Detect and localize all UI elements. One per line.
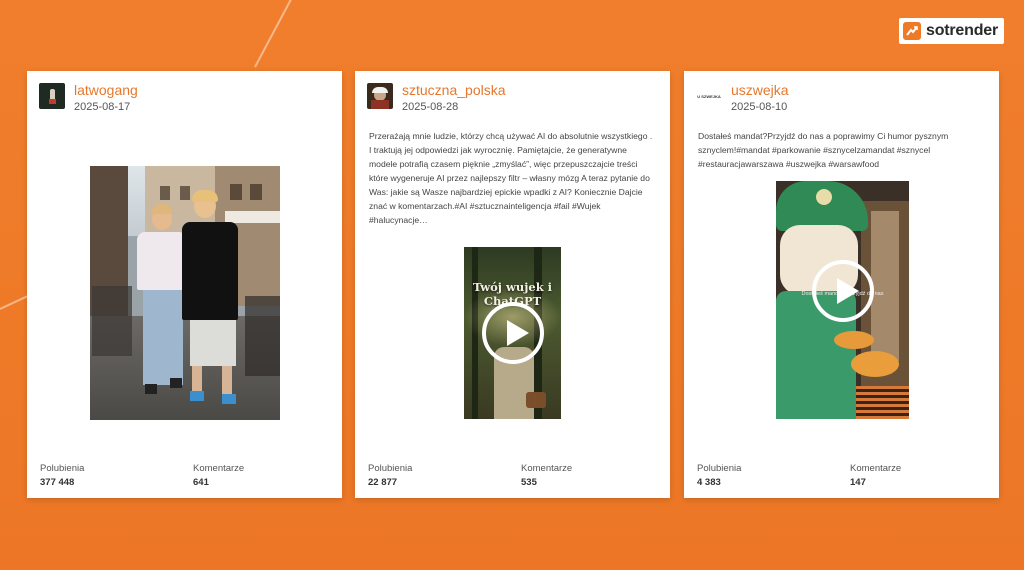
likes-label: Polubienia bbox=[697, 463, 742, 474]
comments-stat: Komentarze 147 bbox=[850, 463, 1003, 488]
post-date: 2025-08-28 bbox=[402, 101, 459, 113]
post-date: 2025-08-10 bbox=[731, 101, 788, 113]
background-streak bbox=[254, 0, 294, 68]
comments-stat: Komentarze 641 bbox=[193, 463, 346, 488]
avatar[interactable] bbox=[367, 83, 393, 109]
post-photo[interactable] bbox=[90, 166, 280, 420]
brand-name: sotrender bbox=[926, 22, 998, 39]
likes-count: 377 448 bbox=[40, 477, 75, 488]
post-card[interactable]: U SZWEJKA uszwejka 2025-08-10 Dostałeś m… bbox=[684, 71, 999, 498]
play-button-icon[interactable] bbox=[481, 302, 544, 364]
comments-label: Komentarze bbox=[850, 463, 902, 474]
comments-label: Komentarze bbox=[193, 463, 245, 474]
post-video[interactable]: Twój wujek i ChatGPT bbox=[464, 247, 561, 419]
post-date: 2025-08-17 bbox=[74, 101, 131, 113]
avatar[interactable] bbox=[39, 83, 65, 109]
comments-stat: Komentarze 535 bbox=[521, 463, 674, 488]
post-header: latwogang 2025-08-17 bbox=[39, 83, 138, 113]
likes-stat: Polubienia 22 877 bbox=[368, 463, 521, 488]
avatar-text: U SZWEJKA bbox=[697, 93, 721, 99]
username[interactable]: sztuczna_polska bbox=[402, 83, 506, 98]
background-streak bbox=[0, 295, 28, 310]
post-stats: Polubienia 377 448 Komentarze 641 bbox=[40, 463, 346, 488]
post-card[interactable]: sztuczna_polska 2025-08-28 Przerażają mn… bbox=[355, 71, 670, 498]
post-card[interactable]: latwogang 2025-08-17 Polubienia 377 448 … bbox=[27, 71, 342, 498]
likes-label: Polubienia bbox=[368, 463, 413, 474]
post-video[interactable]: Dostałeś mandat? Przyjdź do nas bbox=[776, 181, 909, 419]
username[interactable]: uszwejka bbox=[731, 83, 789, 98]
trend-arrow-icon bbox=[903, 22, 921, 40]
comments-label: Komentarze bbox=[521, 463, 573, 474]
post-caption: Przerażają mnie ludzie, którzy chcą używ… bbox=[369, 131, 653, 225]
post-stats: Polubienia 4 383 Komentarze 147 bbox=[697, 463, 1003, 488]
comments-count: 641 bbox=[193, 477, 209, 488]
post-header: U SZWEJKA uszwejka 2025-08-10 bbox=[696, 83, 789, 113]
likes-label: Polubienia bbox=[40, 463, 85, 474]
likes-stat: Polubienia 4 383 bbox=[697, 463, 850, 488]
post-stats: Polubienia 22 877 Komentarze 535 bbox=[368, 463, 674, 488]
comments-count: 147 bbox=[850, 477, 866, 488]
post-caption: Dostałeś mandat?Przyjdź do nas a poprawi… bbox=[698, 131, 949, 169]
avatar[interactable]: U SZWEJKA bbox=[696, 83, 722, 109]
sotrender-logo: sotrender bbox=[899, 18, 1004, 44]
likes-count: 4 383 bbox=[697, 477, 721, 488]
username[interactable]: latwogang bbox=[74, 83, 138, 98]
play-button-icon[interactable] bbox=[811, 260, 874, 322]
likes-stat: Polubienia 377 448 bbox=[40, 463, 193, 488]
comments-count: 535 bbox=[521, 477, 537, 488]
post-header: sztuczna_polska 2025-08-28 bbox=[367, 83, 506, 113]
likes-count: 22 877 bbox=[368, 477, 398, 488]
